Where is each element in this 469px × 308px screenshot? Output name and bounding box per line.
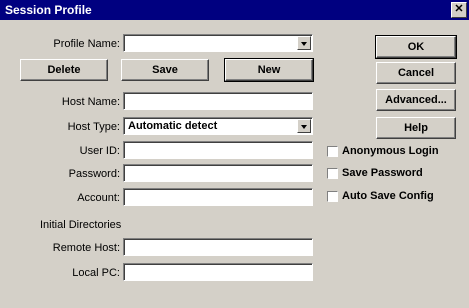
cancel-button[interactable]: Cancel [376, 62, 456, 84]
profile-name-combo[interactable] [123, 34, 313, 52]
help-button[interactable]: Help [376, 117, 456, 139]
ok-button[interactable]: OK [375, 35, 457, 59]
host-type-value: Automatic detect [128, 120, 218, 132]
auto-save-config-label[interactable]: Auto Save Config [342, 190, 434, 202]
initial-directories-label: Initial Directories [40, 219, 122, 231]
host-name-field[interactable] [123, 92, 313, 110]
password-field[interactable] [123, 164, 313, 182]
account-field[interactable] [123, 188, 313, 206]
remote-host-label: Remote Host: [52, 242, 120, 254]
save-password-checkbox[interactable] [327, 168, 338, 179]
new-button[interactable]: New [224, 58, 314, 82]
local-pc-label: Local PC: [72, 267, 120, 279]
session-profile-dialog: Session Profile ✕ Profile Name: Delete S… [0, 0, 469, 308]
title-bar: Session Profile ✕ [0, 0, 469, 20]
profile-name-label: Profile Name: [53, 38, 120, 50]
anonymous-login-checkbox[interactable] [327, 146, 338, 157]
chevron-down-icon[interactable] [297, 36, 311, 50]
delete-button[interactable]: Delete [20, 59, 108, 81]
advanced-button[interactable]: Advanced... [376, 89, 456, 111]
local-pc-field[interactable] [123, 263, 313, 281]
password-label: Password: [68, 168, 120, 180]
account-label: Account: [77, 192, 120, 204]
dialog-title: Session Profile [5, 3, 92, 17]
remote-host-field[interactable] [123, 238, 313, 256]
host-type-label: Host Type: [67, 121, 120, 133]
user-id-field[interactable] [123, 141, 313, 159]
chevron-down-icon[interactable] [297, 119, 311, 133]
close-icon[interactable]: ✕ [451, 2, 467, 18]
host-type-select[interactable]: Automatic detect [123, 117, 313, 135]
auto-save-config-checkbox[interactable] [327, 191, 338, 202]
host-name-label: Host Name: [61, 96, 120, 108]
user-id-label: User ID: [79, 145, 120, 157]
save-password-label[interactable]: Save Password [342, 167, 423, 179]
save-button[interactable]: Save [121, 59, 209, 81]
anonymous-login-label[interactable]: Anonymous Login [342, 145, 439, 157]
